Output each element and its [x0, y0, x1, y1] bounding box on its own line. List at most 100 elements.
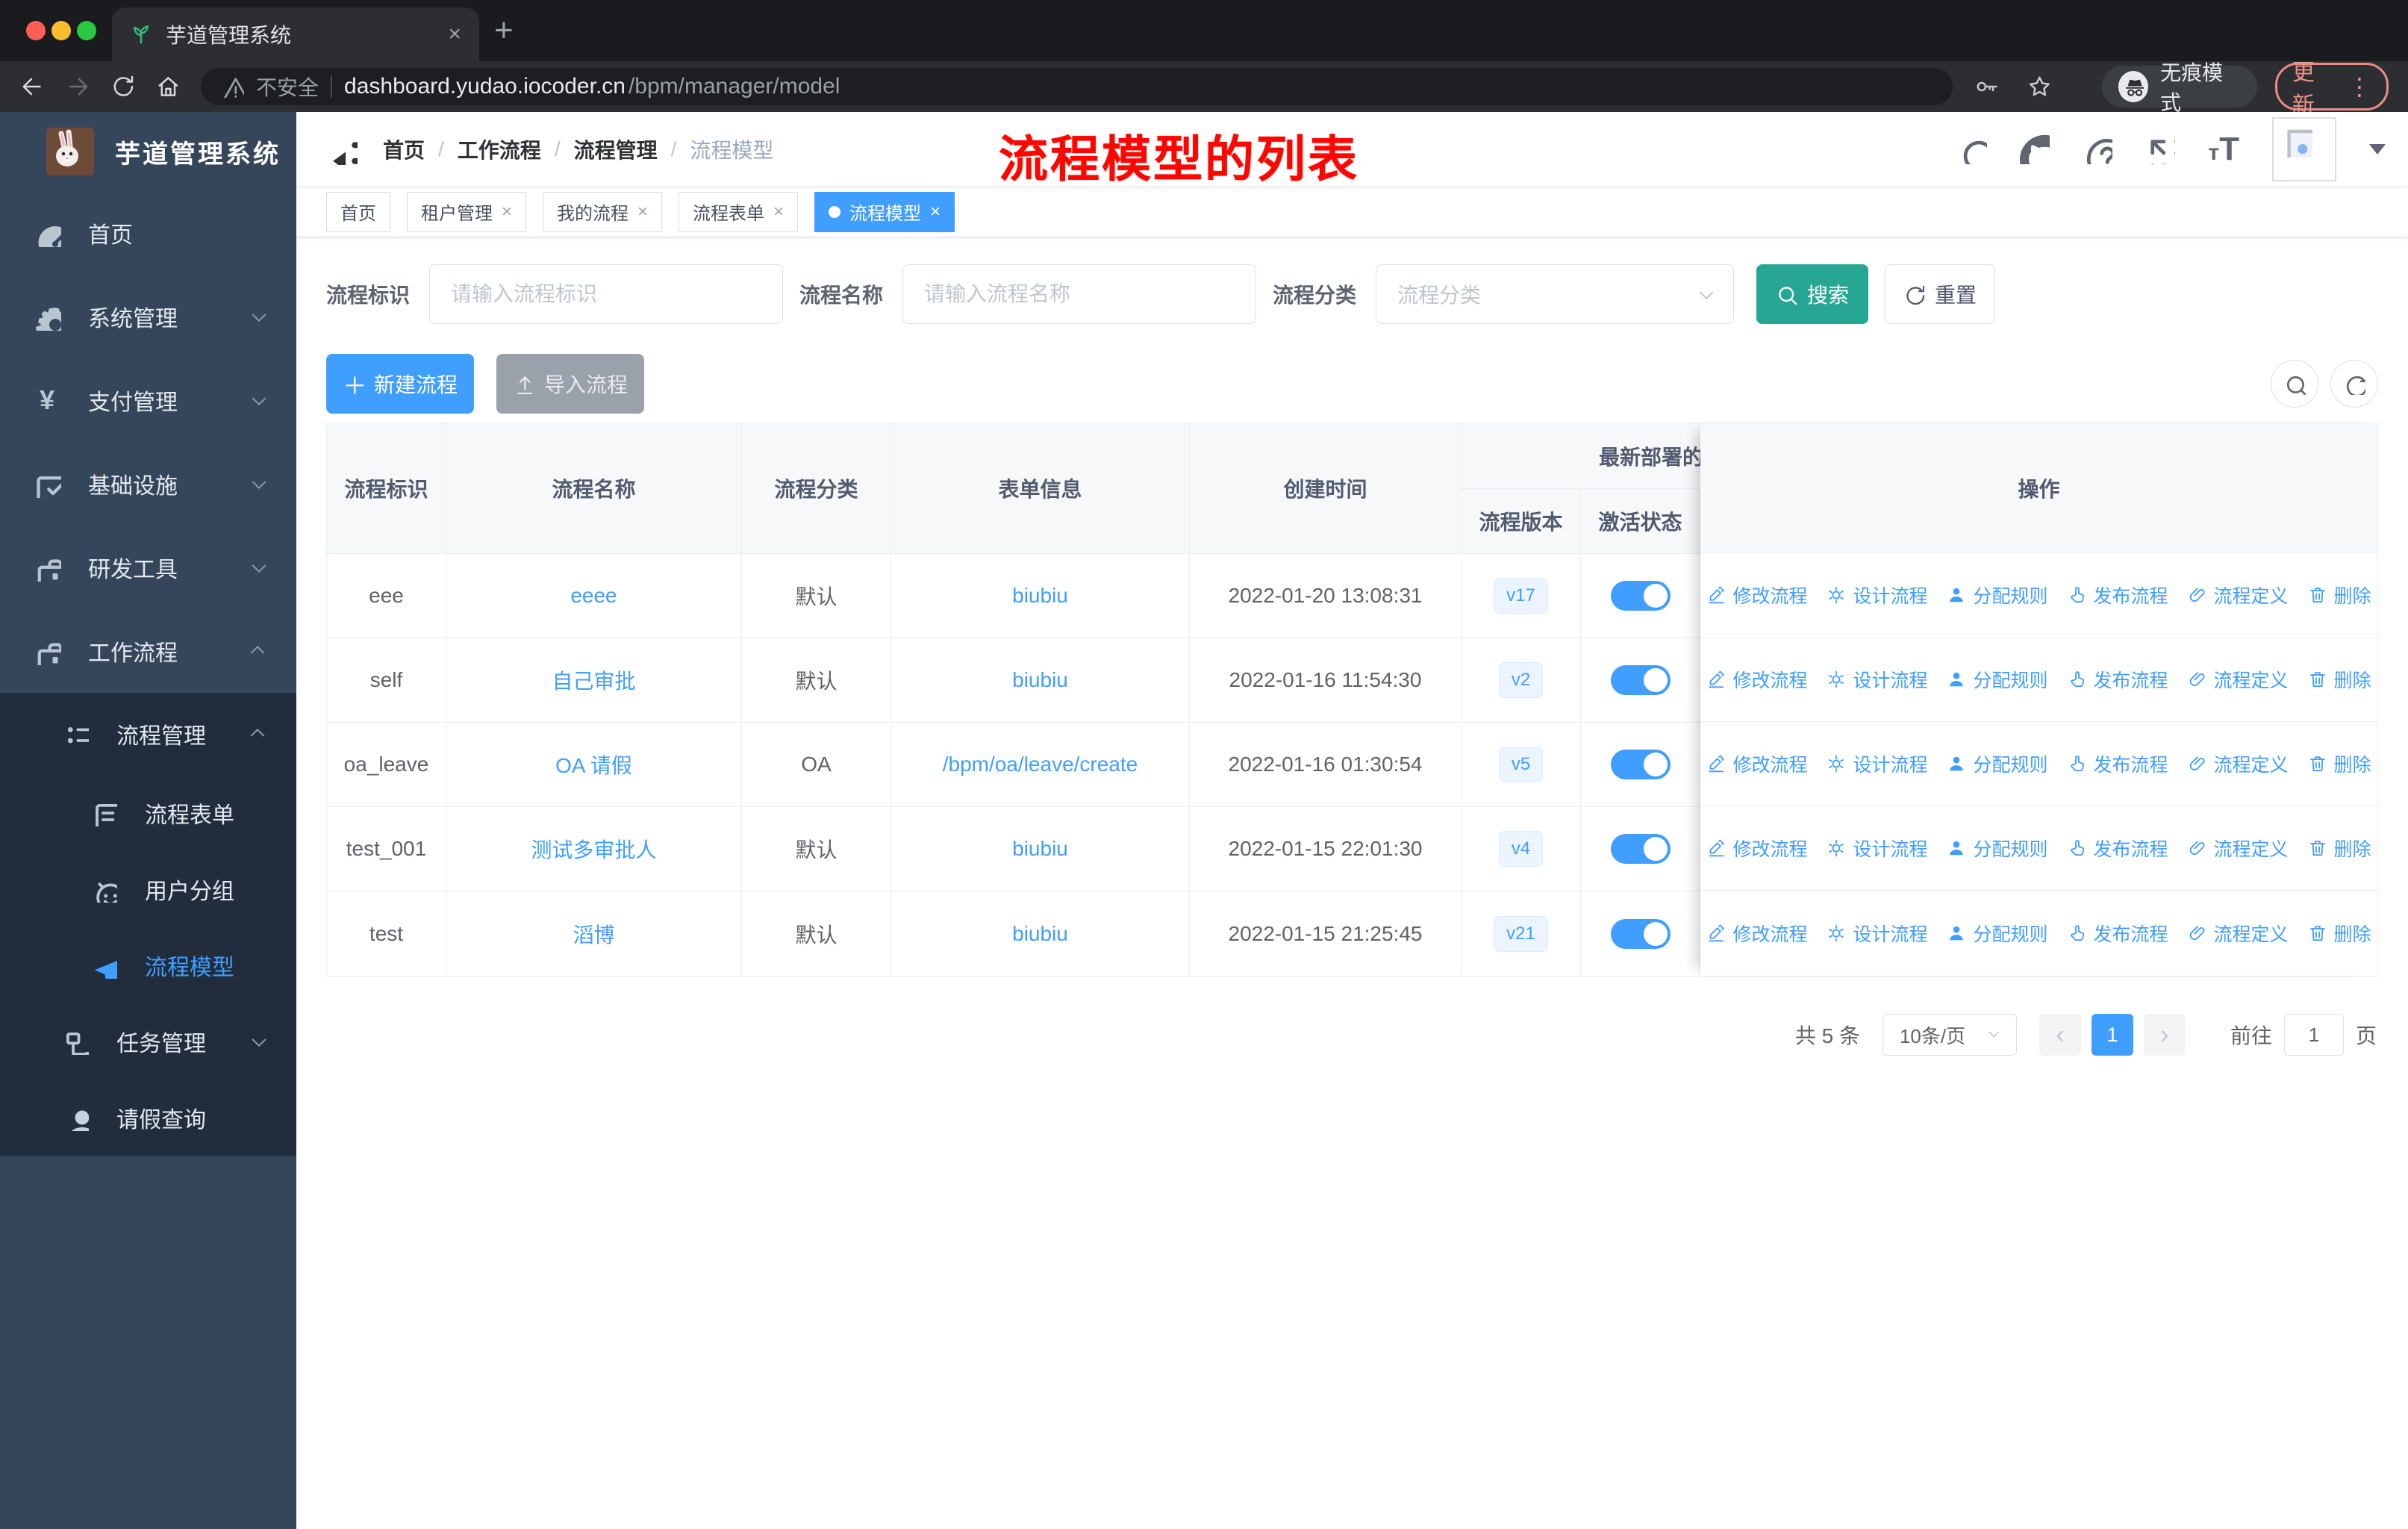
next-page-button[interactable]: › — [2143, 1014, 2186, 1056]
tag-my-process[interactable]: 我的流程 × — [543, 191, 663, 232]
sidebar-collapse-icon[interactable] — [326, 134, 358, 165]
action-link[interactable]: 流程定义 — [2188, 666, 2289, 693]
process-name-link[interactable]: 自己审批 — [552, 665, 635, 695]
prev-page-button[interactable]: ‹ — [2039, 1014, 2081, 1056]
sidebar-item-process-form[interactable]: 流程表单 — [0, 775, 296, 851]
sidebar-item-process-management[interactable]: 流程管理 — [0, 693, 296, 775]
tag-home[interactable]: 首页 — [326, 191, 390, 232]
traffic-light-zoom[interactable] — [77, 21, 96, 40]
close-icon[interactable]: × — [930, 202, 941, 221]
action-link[interactable]: 删除 — [2308, 666, 2371, 693]
home-icon[interactable] — [155, 73, 181, 100]
active-toggle[interactable] — [1610, 918, 1671, 949]
active-toggle[interactable] — [1610, 665, 1671, 695]
bookmark-star-icon[interactable] — [2027, 73, 2053, 100]
action-link[interactable]: 删除 — [2308, 835, 2371, 862]
action-link[interactable]: 分配规则 — [1947, 835, 2048, 862]
current-page-button[interactable]: 1 — [2091, 1014, 2133, 1056]
close-icon[interactable]: × — [637, 202, 648, 221]
sidebar-item-system[interactable]: 系统管理 — [0, 275, 296, 358]
filter-name-input[interactable] — [902, 264, 1257, 324]
fullscreen-icon[interactable] — [2145, 134, 2175, 164]
action-link[interactable]: 修改流程 — [1706, 920, 1807, 947]
action-link[interactable]: 流程定义 — [2188, 920, 2289, 947]
process-name-link[interactable]: 测试多审批人 — [531, 834, 656, 864]
action-link[interactable]: 修改流程 — [1706, 582, 1807, 608]
back-icon[interactable] — [19, 73, 46, 100]
browser-update-menu[interactable]: 更新 ⋮ — [2274, 60, 2389, 118]
traffic-light-minimize[interactable] — [52, 21, 71, 40]
process-name-link[interactable]: 滔博 — [573, 919, 614, 949]
filter-category-select[interactable]: 流程分类 — [1376, 264, 1735, 324]
sidebar-item-pay[interactable]: ¥ 支付管理 — [0, 358, 296, 442]
avatar-caret-icon[interactable] — [2369, 143, 2386, 155]
traffic-light-close[interactable] — [26, 21, 46, 40]
action-link[interactable]: 删除 — [2308, 582, 2371, 608]
action-link[interactable]: 分配规则 — [1947, 582, 2048, 608]
close-icon[interactable]: × — [502, 202, 512, 221]
forward-icon[interactable] — [65, 73, 91, 100]
action-link[interactable]: 发布流程 — [2068, 582, 2168, 608]
github-icon[interactable] — [2020, 134, 2050, 164]
sidebar-item-process-model[interactable]: 流程模型 — [0, 927, 296, 1003]
import-process-button[interactable]: 导入流程 — [496, 354, 644, 414]
action-link[interactable]: 设计流程 — [1827, 582, 1927, 608]
browser-tab[interactable]: 芋道管理系统 × — [112, 7, 479, 61]
new-tab-button[interactable]: + — [494, 12, 514, 49]
sidebar-item-task-management[interactable]: 任务管理 — [0, 1003, 296, 1080]
action-link[interactable]: 发布流程 — [2068, 750, 2168, 777]
tag-process-model-active[interactable]: 流程模型 × — [814, 191, 955, 232]
sidebar-item-devtools[interactable]: 研发工具 — [0, 526, 296, 609]
process-name-link[interactable]: OA 请假 — [555, 750, 632, 779]
header-search-icon[interactable] — [1957, 134, 1987, 164]
kebab-menu-icon[interactable]: ⋮ — [2348, 75, 2371, 99]
reload-icon[interactable] — [110, 73, 137, 100]
active-toggle[interactable] — [1610, 750, 1671, 779]
page-size-select[interactable]: 10条/页 — [1882, 1014, 2017, 1056]
url-bar[interactable]: 不安全 dashboard.yudao.iocoder.cn /bpm/mana… — [201, 68, 1953, 105]
process-name-link[interactable]: eeee — [570, 584, 617, 608]
action-link[interactable]: 流程定义 — [2188, 835, 2289, 862]
active-toggle[interactable] — [1610, 581, 1671, 611]
action-link[interactable]: 设计流程 — [1827, 835, 1927, 862]
sidebar-logo[interactable]: 芋道管理系统 — [0, 112, 296, 191]
filter-key-input[interactable] — [429, 264, 784, 324]
action-link[interactable]: 设计流程 — [1827, 750, 1927, 777]
breadcrumb-home[interactable]: 首页 — [383, 134, 425, 164]
sidebar-item-home[interactable]: 首页 — [0, 191, 296, 275]
action-link[interactable]: 设计流程 — [1827, 920, 1927, 947]
action-link[interactable]: 设计流程 — [1827, 666, 1927, 693]
action-link[interactable]: 发布流程 — [2068, 920, 2168, 947]
form-info-link[interactable]: biubiu — [1012, 922, 1068, 946]
action-link[interactable]: 发布流程 — [2068, 835, 2168, 862]
action-link[interactable]: 流程定义 — [2188, 582, 2289, 608]
action-link[interactable]: 删除 — [2308, 920, 2371, 947]
sidebar-item-user-group[interactable]: 用户分组 — [0, 851, 296, 927]
create-process-button[interactable]: 新建流程 — [326, 354, 474, 414]
sidebar-item-leave-query[interactable]: 请假查询 — [0, 1080, 296, 1156]
action-link[interactable]: 发布流程 — [2068, 666, 2168, 693]
action-link[interactable]: 分配规则 — [1947, 666, 2048, 693]
form-info-link[interactable]: /bpm/oa/leave/create — [943, 753, 1138, 776]
toggle-search-button[interactable] — [2271, 360, 2318, 408]
close-icon[interactable]: × — [773, 202, 784, 221]
action-link[interactable]: 流程定义 — [2188, 750, 2289, 777]
reset-button[interactable]: 重置 — [1885, 264, 1996, 324]
sidebar-item-workflow[interactable]: 工作流程 — [0, 609, 296, 693]
action-link[interactable]: 分配规则 — [1947, 920, 2048, 947]
tag-process-form[interactable]: 流程表单 × — [679, 191, 799, 232]
help-icon[interactable] — [2083, 134, 2112, 164]
tab-close-icon[interactable]: × — [448, 23, 461, 46]
goto-page-input[interactable] — [2283, 1014, 2344, 1056]
font-size-icon[interactable]: тT — [2208, 131, 2239, 168]
security-warning-icon[interactable] — [222, 75, 244, 98]
active-toggle[interactable] — [1610, 834, 1671, 864]
user-avatar[interactable] — [2272, 116, 2336, 181]
refresh-table-button[interactable] — [2330, 360, 2378, 408]
action-link[interactable]: 修改流程 — [1706, 835, 1807, 862]
search-button[interactable]: 搜索 — [1756, 264, 1869, 324]
key-icon[interactable] — [1974, 73, 2000, 100]
form-info-link[interactable]: biubiu — [1012, 837, 1068, 861]
action-link[interactable]: 修改流程 — [1706, 666, 1807, 693]
breadcrumb-process-management[interactable]: 流程管理 — [574, 134, 658, 164]
